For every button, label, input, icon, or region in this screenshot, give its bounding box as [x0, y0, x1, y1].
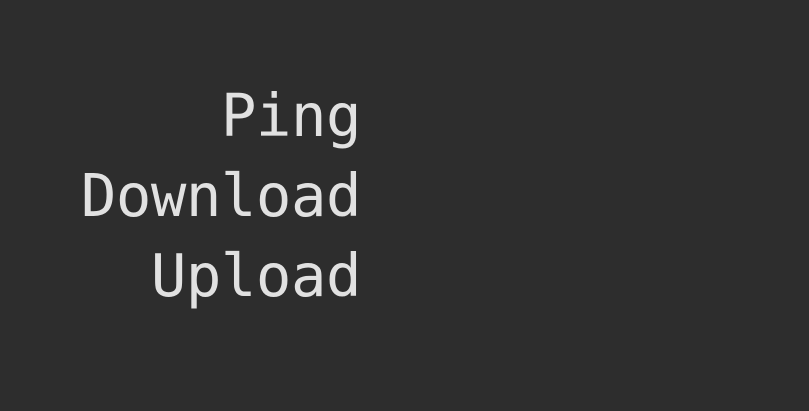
ping-label: Ping: [220, 81, 362, 150]
upload-label: Upload: [150, 241, 362, 310]
download-label: Download: [80, 161, 362, 230]
speed-test-panel: Ping Download Upload: [0, 0, 809, 411]
metric-labels: Ping Download Upload: [80, 76, 362, 316]
